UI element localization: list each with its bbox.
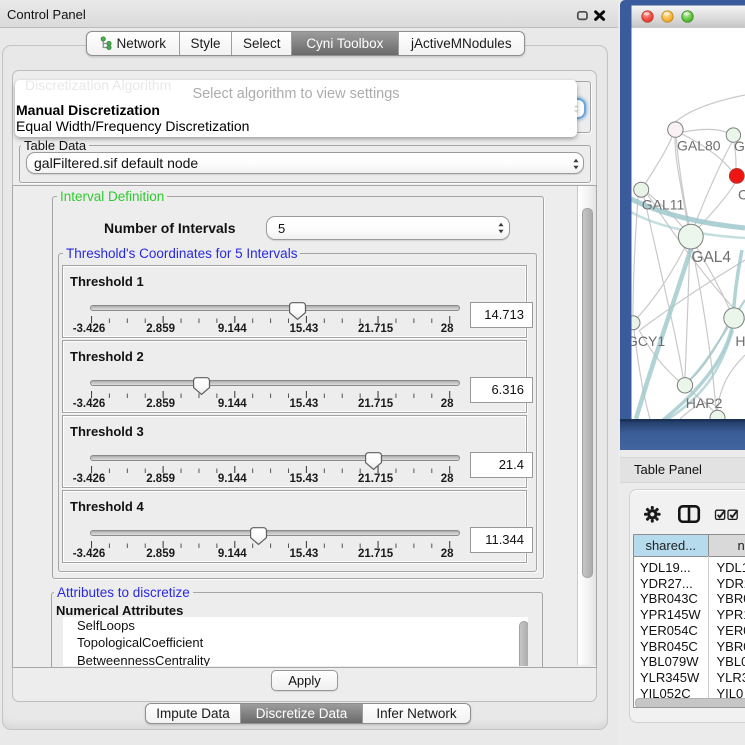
svg-text:GA: GA	[734, 138, 745, 154]
svg-text:H: H	[735, 333, 745, 349]
svg-text:GAL80: GAL80	[677, 137, 721, 153]
svg-text:GAL4: GAL4	[691, 249, 731, 266]
svg-text:GCY1: GCY1	[627, 333, 665, 349]
svg-text:GAL11: GAL11	[642, 197, 685, 213]
svg-text:C: C	[738, 187, 745, 203]
svg-text:HAP2: HAP2	[686, 395, 723, 411]
